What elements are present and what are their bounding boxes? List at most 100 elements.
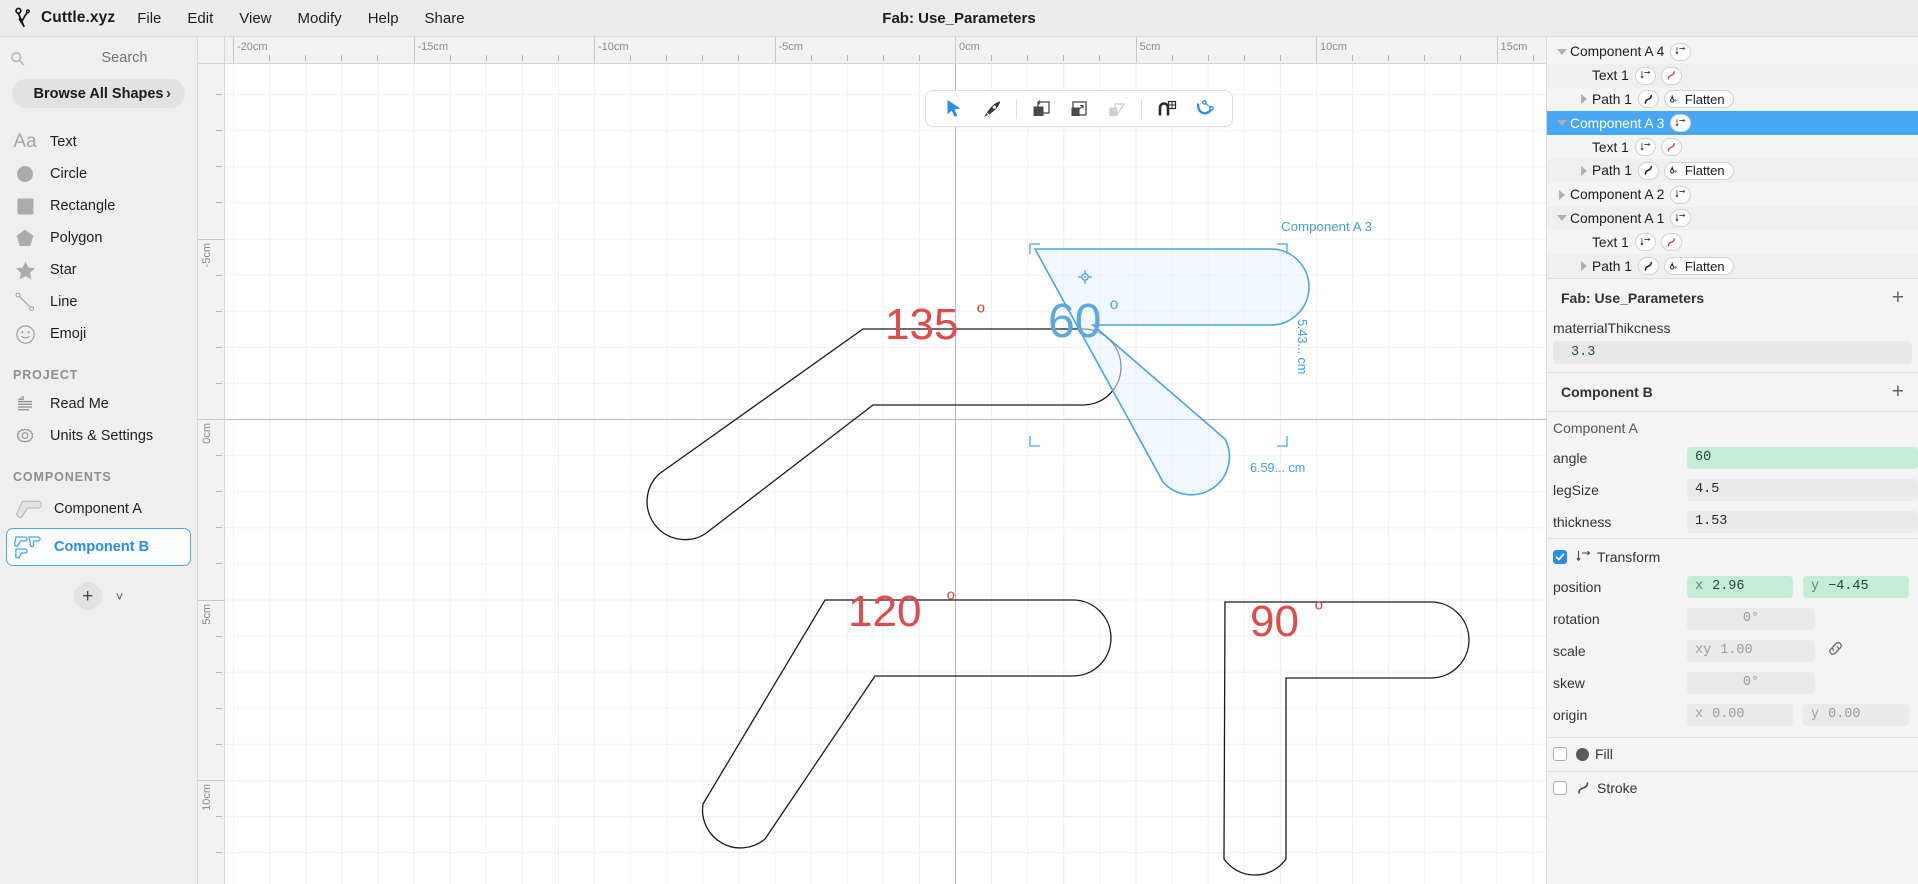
shape-item-text[interactable]: Aa Text	[0, 126, 197, 158]
sidebar-item-read-me[interactable]: Read Me	[0, 388, 197, 420]
stroke-red-badge-icon[interactable]	[1660, 66, 1682, 85]
chevron-right-icon[interactable]	[1575, 94, 1592, 105]
menu-help[interactable]: Help	[368, 10, 399, 27]
scale-field[interactable]: xy 1.00	[1687, 639, 1815, 662]
stroke-red-badge-icon[interactable]	[1660, 233, 1682, 252]
transform-badge-icon[interactable]	[1670, 42, 1692, 61]
stroke-red-badge-icon[interactable]	[1660, 138, 1682, 157]
skew-field[interactable]: 0°	[1687, 671, 1815, 694]
boolean-union-tool-button[interactable]	[1022, 94, 1060, 124]
shape-item-label: Star	[50, 262, 77, 278]
selection-width-label[interactable]: 6.59... cm	[1250, 461, 1305, 475]
flatten-badge[interactable]: Flatten	[1663, 90, 1734, 109]
fill-color-swatch-icon[interactable]	[1576, 747, 1589, 761]
stroke-black-badge-icon[interactable]	[1637, 161, 1659, 180]
ruler-tick	[216, 852, 222, 854]
transform-row-origin: origin x 0.00 y 0.00	[1547, 699, 1918, 731]
shape-135[interactable]	[646, 328, 1122, 541]
chevron-right-icon[interactable]	[1553, 189, 1570, 200]
selection-height-label[interactable]: 5.43... cm	[1295, 319, 1309, 374]
chevron-down-icon[interactable]	[1553, 120, 1570, 127]
tree-row[interactable]: Path 1 Flatten	[1547, 158, 1918, 183]
origin-x-field[interactable]: x 0.00	[1687, 703, 1793, 726]
param-value-angle[interactable]: 60	[1687, 446, 1918, 469]
transform-badge-icon[interactable]	[1670, 114, 1692, 133]
stroke-black-badge-icon[interactable]	[1637, 90, 1659, 109]
transform-label-origin: origin	[1553, 706, 1588, 723]
boolean-subtract-tool-button[interactable]	[1060, 94, 1098, 124]
transform-header: Transform	[1547, 543, 1918, 571]
boolean-intersect-tool-button[interactable]	[1098, 94, 1136, 124]
shape-item-line[interactable]: Line	[0, 286, 197, 318]
sidebar-item-units-settings[interactable]: Units & Settings	[0, 420, 197, 452]
ruler-tick	[1027, 55, 1029, 61]
tree-row[interactable]: Path 1 Flatten	[1547, 88, 1918, 112]
transform-badge-icon[interactable]	[1634, 66, 1656, 85]
shape-item-star[interactable]: Star	[0, 254, 197, 286]
sidebar-component-a[interactable]: Component A	[6, 490, 191, 528]
tree-row[interactable]: Component A 4	[1547, 40, 1918, 64]
tree-row[interactable]: Text 1	[1547, 63, 1918, 88]
param-value-thickness[interactable]: 1.53	[1687, 510, 1918, 533]
document-icon	[13, 392, 37, 416]
add-component-menu-caret-icon[interactable]: ˅	[116, 589, 124, 604]
chevron-right-icon[interactable]	[1575, 165, 1592, 176]
menu-modify[interactable]: Modify	[298, 10, 342, 27]
add-component-b-parameter-button[interactable]: +	[1892, 381, 1904, 402]
origin-y-value: 0.00	[1828, 707, 1861, 723]
angle-label-120-deg: º	[947, 588, 955, 611]
tree-row[interactable]: Component A 2	[1547, 183, 1918, 207]
gear-icon	[13, 424, 37, 448]
shape-item-rectangle[interactable]: Rectangle	[0, 190, 197, 222]
position-x-field[interactable]: x 2.96	[1687, 575, 1793, 598]
shape-120[interactable]	[701, 599, 1112, 849]
scale-link-icon[interactable]	[1827, 641, 1844, 661]
stroke-black-badge-icon[interactable]	[1637, 257, 1659, 276]
path-edit-tool-button[interactable]	[1185, 94, 1223, 124]
param-value-legsize[interactable]: 4.5	[1687, 478, 1918, 501]
tree-row[interactable]: Path 1 Flatten	[1547, 254, 1918, 278]
add-fab-parameter-button[interactable]: +	[1892, 287, 1904, 308]
snap-to-grid-tool-button[interactable]	[1147, 94, 1185, 124]
angle-label-90-deg: º	[1315, 598, 1323, 621]
transform-badge-icon[interactable]	[1670, 185, 1692, 204]
menu-edit[interactable]: Edit	[187, 10, 213, 27]
transform-checkbox[interactable]	[1553, 549, 1567, 564]
select-tool-button[interactable]	[935, 94, 973, 124]
rotation-field[interactable]: 0°	[1687, 607, 1815, 630]
sidebar-component-b[interactable]: Component B	[6, 528, 191, 566]
tree-row[interactable]: Text 1	[1547, 230, 1918, 254]
vertical-ruler[interactable]: -5cm 0cm 5cm 10cm	[198, 37, 225, 884]
menu-file[interactable]: File	[137, 10, 161, 27]
add-component-button[interactable]: +	[73, 582, 102, 610]
stroke-checkbox[interactable]	[1553, 781, 1567, 796]
canvas-area[interactable]: 135 º 60 º 120 º 90 º Component A 3 6.59…	[198, 37, 1546, 884]
pen-tool-button[interactable]	[973, 94, 1011, 124]
ruler-tick	[1424, 55, 1426, 61]
chevron-right-icon[interactable]	[1575, 261, 1592, 272]
ruler-tick	[1532, 55, 1534, 61]
tree-row[interactable]: Text 1	[1547, 135, 1918, 159]
shape-item-circle[interactable]: Circle	[0, 158, 197, 190]
browse-all-shapes-button[interactable]: Browse All Shapes ›	[12, 79, 185, 108]
flatten-badge[interactable]: Flatten	[1663, 161, 1734, 180]
menu-share[interactable]: Share	[425, 10, 465, 27]
transform-badge-icon[interactable]	[1634, 233, 1656, 252]
transform-badge-icon[interactable]	[1670, 209, 1692, 228]
transform-badge-icon[interactable]	[1634, 138, 1656, 157]
flatten-badge[interactable]: Flatten	[1663, 257, 1734, 276]
ruler-tick	[216, 491, 222, 493]
tree-row[interactable]: Component A 3	[1547, 111, 1918, 136]
menu-view[interactable]: View	[239, 10, 271, 27]
origin-y-field[interactable]: y 0.00	[1803, 703, 1909, 726]
horizontal-ruler[interactable]: -20cm -15cm -10cm -5cm 0cm 5cm 10cm 15cm	[198, 37, 1546, 64]
shape-item-emoji[interactable]: Emoji	[0, 318, 197, 350]
tree-row[interactable]: Component A 1	[1547, 206, 1918, 231]
fab-parameter-value[interactable]: 3.3	[1553, 340, 1912, 364]
position-y-field[interactable]: y −4.45	[1803, 575, 1909, 598]
chevron-down-icon[interactable]	[1553, 215, 1570, 222]
shape-item-polygon[interactable]: Polygon	[0, 222, 197, 254]
shape-60-selected[interactable]	[1033, 248, 1310, 496]
fill-checkbox[interactable]	[1553, 747, 1567, 762]
chevron-down-icon[interactable]	[1553, 48, 1570, 55]
